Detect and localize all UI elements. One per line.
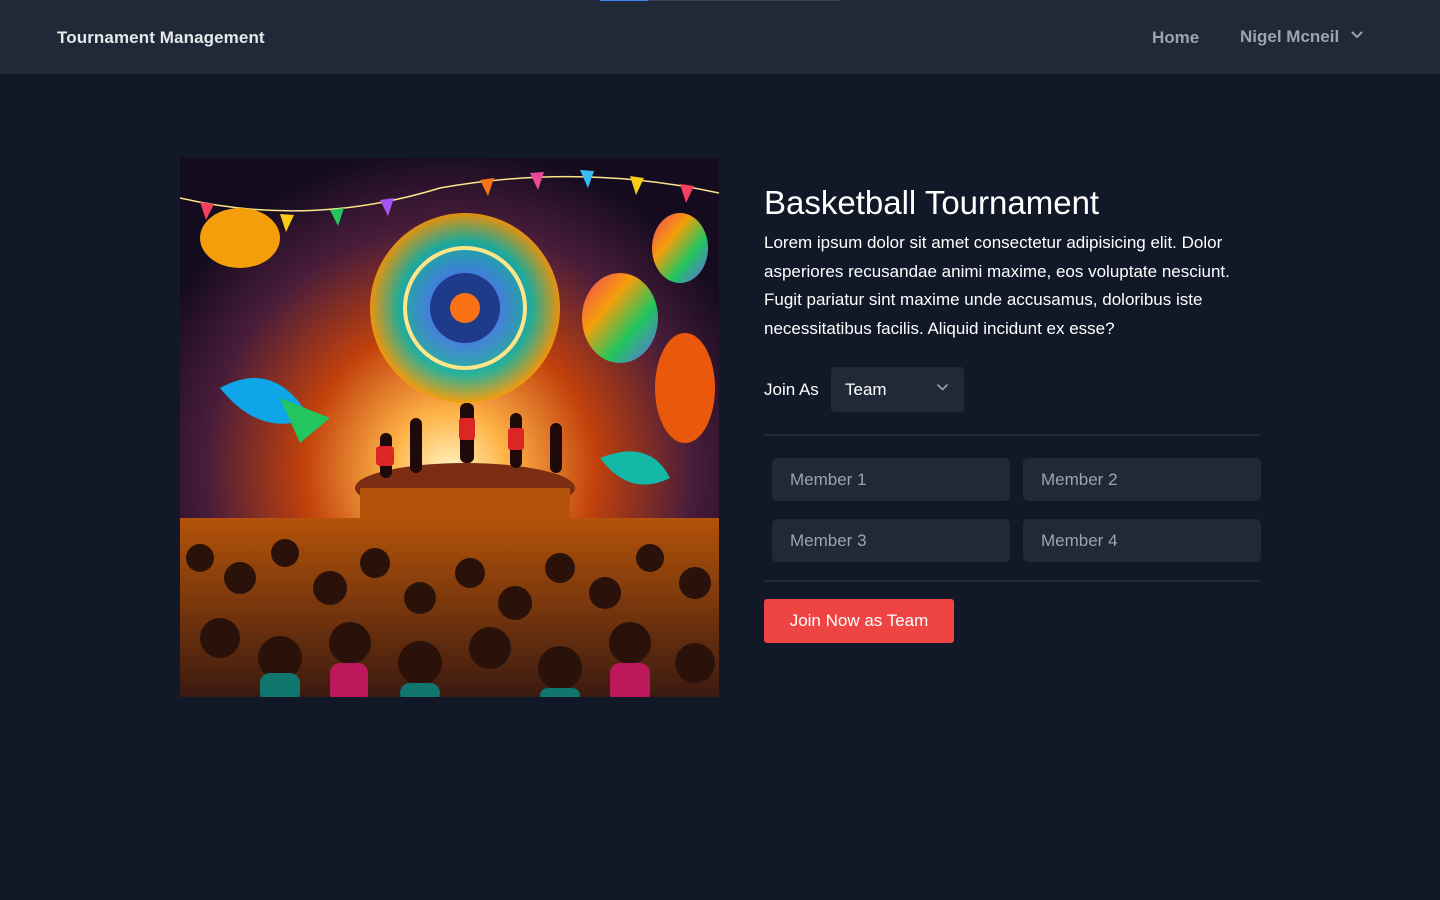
divider (764, 434, 1261, 436)
divider (764, 580, 1261, 582)
member-2-input[interactable] (1023, 458, 1261, 501)
navbar: Tournament Management Home Nigel Mcneil (0, 0, 1440, 74)
festival-illustration (180, 158, 719, 697)
loading-progress-fill (600, 0, 648, 1)
join-now-button[interactable]: Join Now as Team (764, 599, 954, 643)
member-3-input[interactable] (772, 519, 1010, 562)
user-menu[interactable]: Nigel Mcneil (1240, 27, 1363, 47)
tournament-image (180, 158, 719, 697)
join-as-selected-value: Team (845, 379, 887, 399)
tournament-description: Lorem ipsum dolor sit amet consectetur a… (764, 233, 1230, 338)
loading-progress-bar (600, 0, 840, 1)
join-as-select[interactable]: Team (831, 367, 964, 412)
tournament-title: Basketball Tournament (764, 184, 1100, 221)
join-as-label: Join As (764, 380, 819, 399)
member-4-input[interactable] (1023, 519, 1261, 562)
user-name: Nigel Mcneil (1240, 27, 1340, 46)
chevron-down-icon (1351, 31, 1363, 38)
chevron-down-icon (937, 384, 948, 391)
member-1-input[interactable] (772, 458, 1010, 501)
nav-home-link[interactable]: Home (1152, 28, 1199, 48)
brand-title[interactable]: Tournament Management (57, 28, 265, 48)
